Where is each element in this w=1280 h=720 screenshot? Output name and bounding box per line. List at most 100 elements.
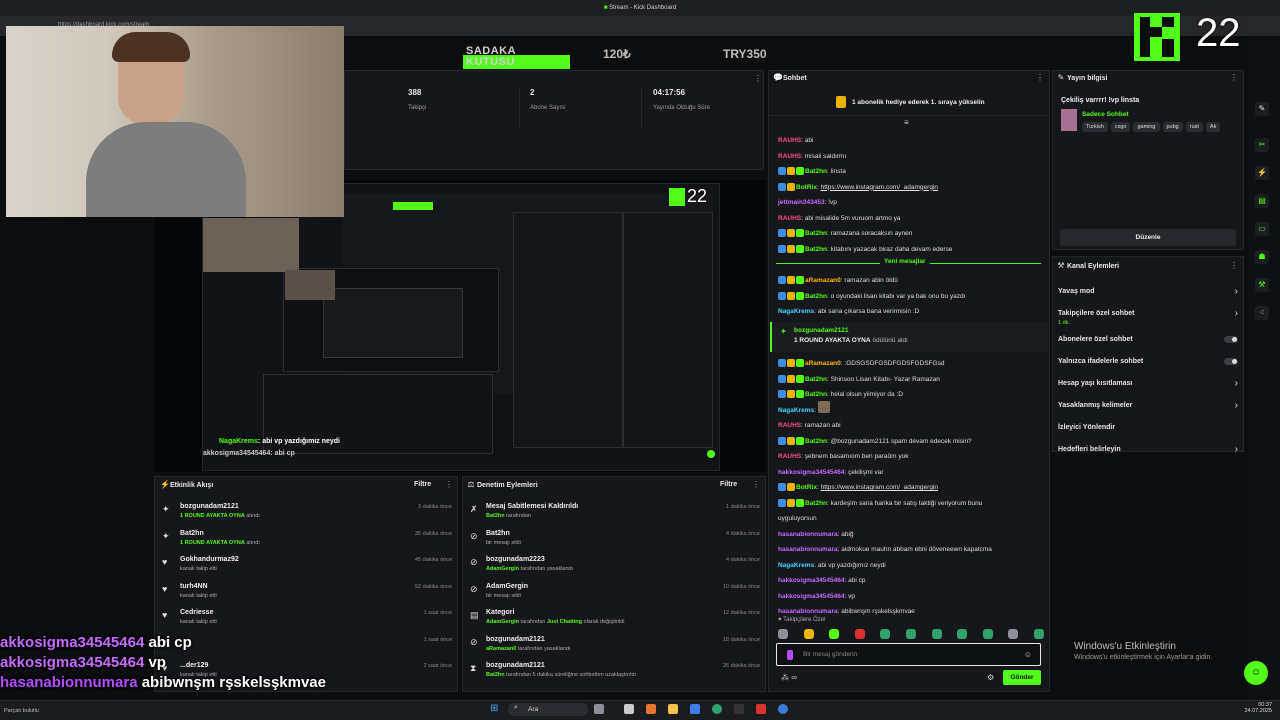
emote-icon[interactable] xyxy=(1008,629,1019,639)
mod-action-item[interactable]: ⊘ AdamGergin bir mesajı sildi 10 dakika önc… xyxy=(468,580,762,607)
chat-message[interactable]: Bat2hn: helal olsun yiimiyor da :D xyxy=(778,387,1046,403)
emote-icon[interactable] xyxy=(931,629,942,639)
activity-more-icon[interactable]: ⋮ xyxy=(445,480,453,489)
emote-bar[interactable] xyxy=(778,628,1044,640)
chat-message[interactable]: hakkosigma34545464: abi cp xyxy=(778,573,1046,589)
chat-username[interactable]: Bat2hn xyxy=(805,168,827,175)
tag-chip[interactable]: rust xyxy=(1185,122,1203,132)
chat-username[interactable]: hasanabionnumara xyxy=(778,608,838,615)
emote-icon[interactable] xyxy=(854,629,865,639)
chat-message[interactable]: RAUHS: abi misalide 5m vuruom artmo ya xyxy=(778,211,1046,227)
mod-action-item[interactable]: ⊘ bozgunadam2121 aRamazan0 tarafından yasa… xyxy=(468,633,762,660)
channel-action-item[interactable]: İzleyici Yönlendir xyxy=(1058,424,1240,446)
chat-message[interactable]: NagaKrems: abi sana çıkarsa bana verirmi… xyxy=(778,304,1046,320)
channel-action-item[interactable]: Yasaklanmış kelimeler › xyxy=(1058,400,1240,424)
weather-widget[interactable]: Parçalı bulutlu xyxy=(4,708,39,714)
channel-action-item[interactable]: Abonelere özel sohbet xyxy=(1058,336,1240,358)
chat-settings-icons[interactable]: ⁂ ∞ xyxy=(781,673,797,682)
toggle-switch[interactable] xyxy=(1224,358,1238,365)
gear-icon[interactable]: ⚙ xyxy=(987,673,994,682)
chat-username[interactable]: hasanabionnumara xyxy=(778,546,838,553)
channel-action-item[interactable]: Yalnızca ifadelerle sohbet xyxy=(1058,358,1240,380)
chat-text[interactable]: https://www.instagram.com/_adamgergin xyxy=(821,184,938,191)
mod-action-item[interactable]: ✗ Mesaj Sabitlemesi Kaldırıldı Bat2hn tara… xyxy=(468,500,762,527)
pinned-banner[interactable]: 1 abonelik hediye ederek 1. sıraya yükse… xyxy=(768,88,1050,116)
chat-text[interactable]: https://www.instagram.com/_adamgergin xyxy=(821,484,938,491)
chat-message[interactable]: Bat2hn: @bozgunadam2121 spam devam edece… xyxy=(778,434,1046,450)
category-name[interactable]: Sadece Sohbet xyxy=(1082,111,1129,118)
tag-chip[interactable]: gaming xyxy=(1133,122,1160,132)
chat-username[interactable]: hakkosigma34545464 xyxy=(778,593,845,600)
task-view-icon[interactable] xyxy=(624,704,634,714)
chat-username[interactable]: hakkosigma34545464 xyxy=(778,577,845,584)
stats-more-icon[interactable]: ⋮ xyxy=(754,74,762,83)
channel-action-item[interactable]: Hesap yaşı kısıtlaması › xyxy=(1058,378,1240,402)
app-icon-4[interactable] xyxy=(756,704,766,714)
chat-message[interactable]: hakkosigma34545464: vp xyxy=(778,589,1046,605)
emote-icon[interactable] xyxy=(880,629,891,639)
mod-action-item[interactable]: ⊘ Bat2hn bir mesajı sildi 4 dakika önce xyxy=(468,527,762,554)
chat-message[interactable]: RAUHS: şebnem basamıom ben paraöm yok xyxy=(778,449,1046,465)
chat-username[interactable]: Bat2hn xyxy=(805,500,827,507)
emote-icon[interactable] xyxy=(829,629,840,639)
chat-message[interactable]: Bat2hn: o oyundaki lisan kitabı var ya b… xyxy=(778,289,1046,305)
chat-username[interactable]: RAUHS xyxy=(778,422,801,429)
wrench-toolbar-icon[interactable]: ⚒ xyxy=(1255,278,1269,292)
chat-username[interactable]: NagaKrems xyxy=(778,308,814,315)
chat-message[interactable]: Bat2hn: Shinsoo Lisan Kitabı- Yazar Rama… xyxy=(778,372,1046,388)
chat-message[interactable]: BotRix: https://www.instagram.com/_adamg… xyxy=(778,480,1046,496)
chat-message[interactable]: jettmain343453: !vp xyxy=(778,195,1046,211)
chat-username[interactable]: Bat2hn xyxy=(805,376,827,383)
emoji-icon[interactable]: ☺ xyxy=(1024,650,1032,659)
chat-username[interactable]: Bat2hn xyxy=(805,438,827,445)
chat-username[interactable]: RAUHS xyxy=(778,453,801,460)
app-icon-3[interactable] xyxy=(734,704,744,714)
stream-info-more-icon[interactable]: ⋮ xyxy=(1230,73,1238,82)
mod-action-item[interactable]: ▤ Kategori AdamGergin tarafından Just Chat… xyxy=(468,606,762,633)
tag-chip[interactable]: Turkish xyxy=(1082,122,1108,132)
emote-icon[interactable] xyxy=(906,629,916,639)
edit-icon[interactable]: ✎ xyxy=(1255,102,1269,116)
channel-action-item[interactable]: Yavaş mod › xyxy=(1058,286,1240,310)
mod-filter-button[interactable]: Filtre xyxy=(720,481,737,488)
emote-icon[interactable] xyxy=(803,629,814,639)
chat-username[interactable]: NagaKrems xyxy=(778,407,814,414)
chat-username[interactable]: jettmain343453 xyxy=(778,199,825,206)
file-explorer-icon[interactable] xyxy=(668,704,678,714)
chat-username[interactable]: NagaKrems xyxy=(778,562,814,569)
activity-item[interactable]: ♥ turh4NN kanalı takip etti 52 dakika önce xyxy=(160,580,454,607)
activity-filter-button[interactable]: Filtre xyxy=(414,481,431,488)
document-icon[interactable]: ▤ xyxy=(1255,194,1269,208)
chrome-icon[interactable] xyxy=(712,704,722,714)
chat-message[interactable]: aRamazan0: ramazan abin öldü xyxy=(778,273,1046,289)
chat-username[interactable]: aRamazan0 xyxy=(805,360,841,367)
activity-item[interactable]: ♥ Cedriesse kanalı takip etti 1 saat önce xyxy=(160,606,454,633)
chat-username[interactable]: RAUHS xyxy=(778,215,801,222)
chat-username[interactable]: hakkosigma34545464 xyxy=(778,469,845,476)
chat-message[interactable]: Bat2hn: kitabını yazacak biraz daha deva… xyxy=(778,242,1046,258)
app-icon-2[interactable] xyxy=(690,704,700,714)
toggle-switch[interactable] xyxy=(1224,336,1238,343)
mod-action-item[interactable]: ⊘ bozgunadam2223 AdamGergin tarafından yas… xyxy=(468,553,762,580)
chat-username[interactable]: BotRix xyxy=(796,484,817,491)
activity-item[interactable]: ✦ bozgunadam2121 1 ROUND AYAKTA OYNA alınd… xyxy=(160,500,454,527)
activity-item[interactable]: ♥ Gokhandurmaz92 kanalı takip etti 45 dakik… xyxy=(160,553,454,580)
send-button[interactable]: Gönder xyxy=(1003,670,1041,685)
app-icon-1[interactable] xyxy=(646,704,656,714)
app-icon-5[interactable] xyxy=(778,704,788,714)
chat-username[interactable]: Bat2hn xyxy=(805,230,827,237)
chat-username[interactable]: hasanabionnumara xyxy=(778,531,838,538)
chat-message[interactable]: RAUHS: ramazan abi xyxy=(778,418,1046,434)
taskbar-widget-icon[interactable] xyxy=(594,704,604,714)
chat-message[interactable]: hasanabionnumara: abiğ xyxy=(778,527,1046,543)
emote-icon[interactable] xyxy=(957,629,968,639)
chat-message[interactable]: NagaKrems: abi vp yazdığımız neydi xyxy=(778,558,1046,574)
mod-action-item[interactable]: ⧗ bozgunadam2121 Bat2hn tarafından 5 dakik… xyxy=(468,659,762,686)
chat-input[interactable]: Bir mesaj gönderin ☺ xyxy=(776,643,1041,666)
chat-message[interactable]: Bat2hn: ramazana soracaksın aynen xyxy=(778,226,1046,242)
share-icon[interactable]: ⁖ xyxy=(1255,306,1269,320)
emote-icon[interactable] xyxy=(982,629,993,639)
edit-button[interactable]: Düzenle xyxy=(1060,229,1236,246)
scroll-to-bottom-icon[interactable]: ≡ xyxy=(904,118,909,127)
tag-chip[interactable]: Ak xyxy=(1205,122,1221,132)
